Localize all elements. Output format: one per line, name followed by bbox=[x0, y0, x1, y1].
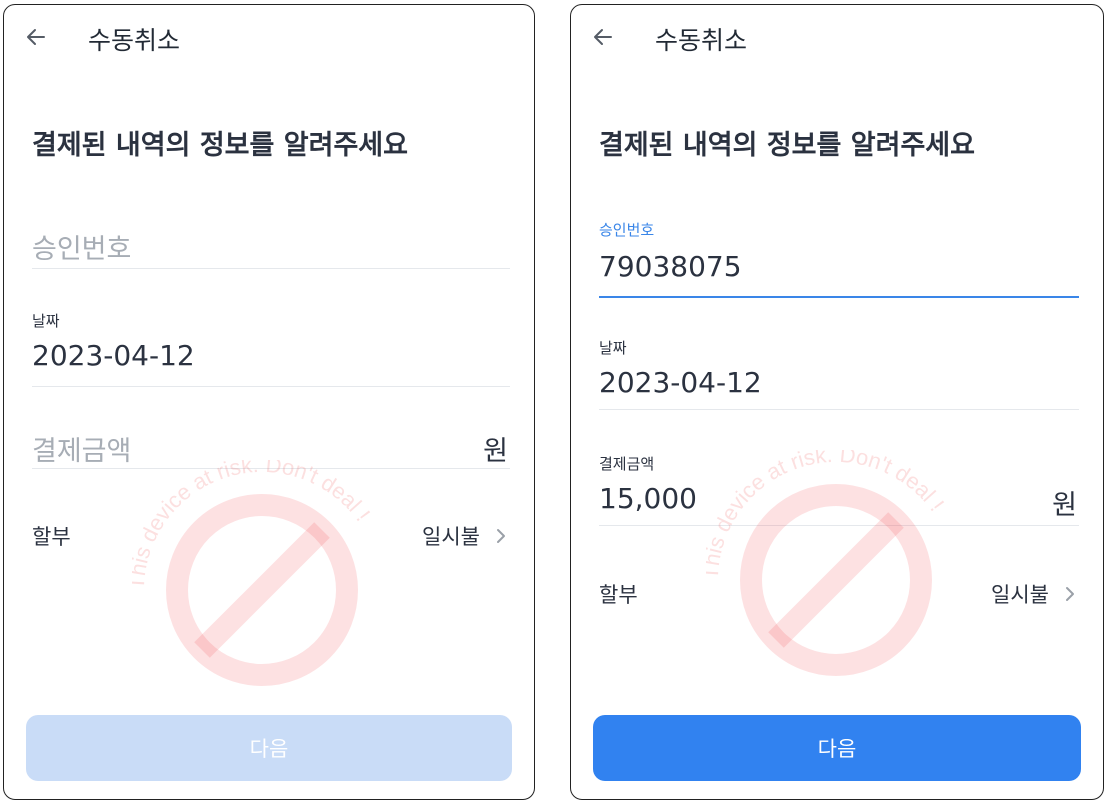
heading: 결제된 내역의 정보를 알려주세요 bbox=[599, 130, 975, 161]
approval-number-label: 승인번호 bbox=[599, 221, 655, 239]
page-title: 수동취소 bbox=[88, 26, 181, 55]
page-title: 수동취소 bbox=[655, 26, 748, 55]
next-button-label: 다음 bbox=[817, 737, 857, 761]
top-bar: 수동취소 bbox=[4, 5, 534, 71]
date-label: 날짜 bbox=[599, 339, 627, 357]
field-underline bbox=[32, 386, 510, 387]
screen-right: 수동취소 결제된 내역의 정보를 알려주세요 승인번호 79038075 날짜 … bbox=[570, 4, 1104, 800]
back-arrow-icon[interactable] bbox=[591, 25, 615, 49]
amount-field[interactable]: 결제금액 15,000 원 bbox=[599, 453, 1079, 527]
back-arrow-icon[interactable] bbox=[24, 25, 48, 49]
installment-label: 할부 bbox=[599, 583, 638, 607]
approval-number-field[interactable]: 승인번호 79038075 bbox=[599, 219, 1079, 298]
installment-row[interactable]: 할부 일시불 bbox=[599, 579, 1079, 609]
amount-field[interactable]: 결제금액 원 bbox=[32, 429, 510, 469]
top-bar: 수동취소 bbox=[571, 5, 1103, 71]
installment-label: 할부 bbox=[32, 525, 71, 549]
amount-label: 결제금액 bbox=[599, 455, 655, 473]
chevron-right-icon bbox=[497, 529, 505, 543]
approval-number-placeholder: 승인번호 bbox=[32, 234, 132, 265]
heading: 결제된 내역의 정보를 알려주세요 bbox=[32, 130, 408, 161]
approval-number-field[interactable]: 승인번호 bbox=[32, 227, 510, 269]
amount-value: 15,000 bbox=[599, 482, 697, 515]
screen-left: 수동취소 결제된 내역의 정보를 알려주세요 승인번호 날짜 2023-04-1… bbox=[3, 4, 535, 800]
field-underline-focused bbox=[599, 296, 1079, 298]
next-button[interactable]: 다음 bbox=[593, 715, 1081, 781]
date-value: 2023-04-12 bbox=[599, 366, 762, 399]
field-underline bbox=[599, 409, 1079, 410]
approval-number-value: 79038075 bbox=[599, 250, 742, 283]
installment-value: 일시불 bbox=[991, 583, 1049, 607]
date-field[interactable]: 날짜 2023-04-12 bbox=[32, 310, 510, 387]
date-value: 2023-04-12 bbox=[32, 339, 195, 372]
amount-placeholder: 결제금액 bbox=[32, 436, 132, 467]
prohibited-watermark-icon: This device at risk. Don't deal ! bbox=[132, 460, 375, 686]
amount-unit: 원 bbox=[1052, 490, 1077, 521]
date-field[interactable]: 날짜 2023-04-12 bbox=[599, 337, 1079, 411]
field-underline bbox=[32, 268, 510, 269]
installment-row[interactable]: 할부 일시불 bbox=[32, 521, 510, 551]
field-underline bbox=[599, 525, 1079, 526]
next-button[interactable]: 다음 bbox=[26, 715, 512, 781]
next-button-label: 다음 bbox=[249, 737, 289, 761]
chevron-right-icon bbox=[1066, 587, 1074, 601]
field-underline bbox=[32, 468, 510, 469]
installment-value: 일시불 bbox=[422, 525, 480, 549]
date-label: 날짜 bbox=[32, 312, 60, 330]
amount-unit: 원 bbox=[483, 436, 508, 467]
